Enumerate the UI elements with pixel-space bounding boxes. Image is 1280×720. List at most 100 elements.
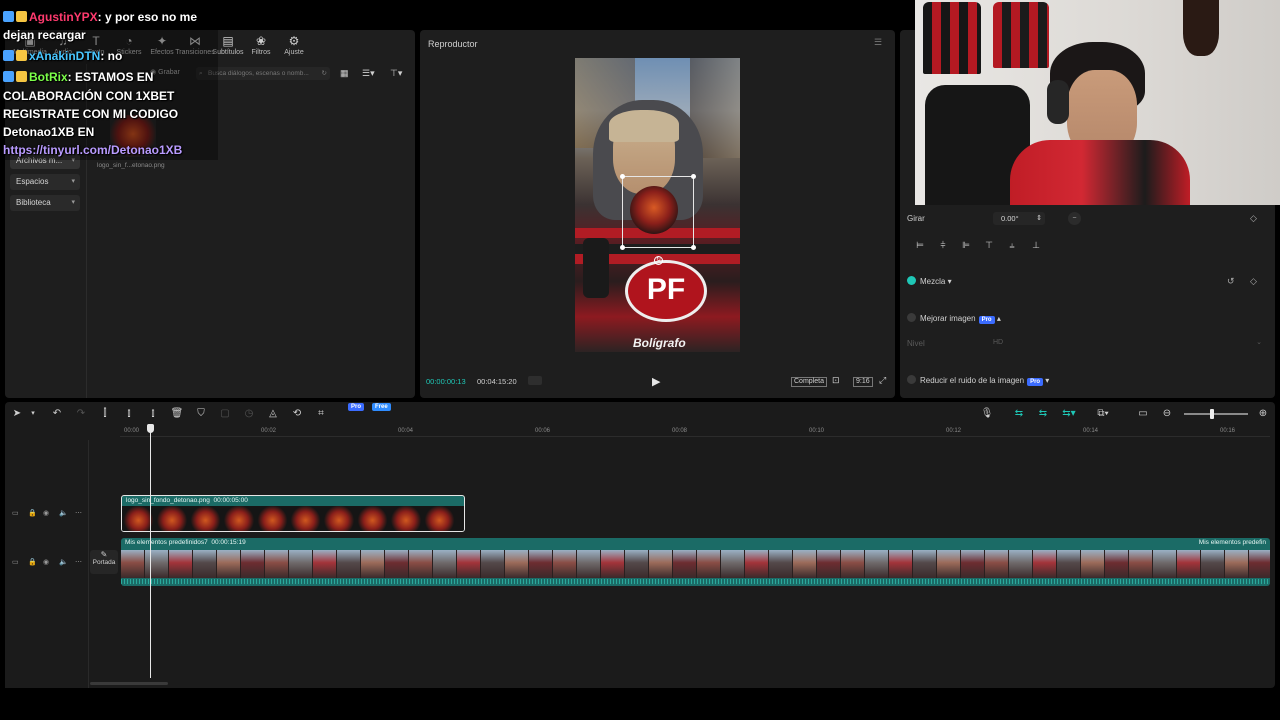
rotate-input[interactable]: 0.00° ⇕ [993,212,1045,225]
cover-button[interactable]: ✎ Portada [90,550,118,574]
more-icon[interactable]: ⋯ [75,558,82,566]
track-hide-icon[interactable]: ▭ [12,558,19,566]
clip-frame [288,506,323,531]
main-clip-end-label: Mis elementos predefin [1198,539,1266,546]
crop-icon[interactable]: ⌗ [314,407,328,421]
total-time: 00:04:15:20 [477,377,517,386]
player-menu-icon[interactable]: ☰ [874,37,882,48]
microphone-icon[interactable]: 🎙 [980,407,994,421]
beanie-shape [609,110,679,142]
subtitle-icon[interactable]: ▭ [1136,407,1150,421]
clip-frame [289,550,313,578]
track-hide-icon[interactable]: ▭ [12,509,19,517]
reverse-icon[interactable]: ◷ [242,407,256,421]
more-icon[interactable]: ⋯ [75,509,82,517]
toolbar-ajuste-button[interactable]: ⚙ Ajuste [274,34,314,56]
sort-icon[interactable]: ☰▾ [362,68,375,79]
quality-button[interactable]: Completa [791,377,827,387]
redo-icon[interactable]: ↷ [74,407,88,421]
zoom-slider[interactable] [1184,409,1248,419]
chevron-down-icon[interactable]: ▾ [26,407,40,421]
mirror-icon[interactable]: ◬ [266,407,280,421]
keyframe-icon[interactable]: ◇ [1250,213,1257,224]
sticker-selection-box[interactable]: ↻ [620,174,696,265]
rotate-icon[interactable]: ⟲ [290,407,304,421]
lock-icon[interactable]: 🔒 [28,558,37,566]
wall-banner [1183,0,1219,56]
ratio-button[interactable]: 9:16 [853,377,873,387]
resize-handle[interactable] [620,245,625,250]
clip-frame [529,550,553,578]
align-right-icon[interactable]: ⊫ [958,239,974,251]
enhance-toggle[interactable]: Mejorar imagen Pro ▴ [907,313,1001,324]
select-tool-icon[interactable]: ➤ [10,407,24,421]
marker-icon[interactable]: ⛉ [194,407,208,421]
preview-axis-icon[interactable]: ⧉▾ [1096,407,1110,421]
split-right-icon[interactable]: ⫾ [146,407,160,421]
align-left-icon[interactable]: ⊨ [912,239,928,251]
blend-toggle[interactable]: Mezcla ▾ [907,276,952,286]
denoise-checkbox-icon[interactable] [907,375,916,384]
audio-icon[interactable]: 🔈 [59,509,68,517]
clip-frame [841,550,865,578]
snapshot-icon[interactable]: ⊡ [832,375,840,386]
play-icon[interactable]: ▶ [652,375,660,388]
clip-frame [169,550,193,578]
grid-view-icon[interactable]: ▦ [340,68,349,79]
keyframe-icon[interactable]: ◇ [1250,276,1257,287]
reset-icon[interactable]: ↺ [1227,276,1235,287]
media-file-name: logo_sin_f...etonao.png [97,162,165,169]
delete-icon[interactable]: 🗑 [170,407,184,421]
left-nav-item[interactable]: Espacios ▾ [10,174,80,190]
freeze-icon[interactable]: ▢ [218,407,232,421]
resize-handle[interactable] [691,174,696,179]
lock-icon[interactable]: 🔒 [28,509,37,517]
denoise-toggle[interactable]: Reducir el ruido de la imagen Pro ▾ [907,375,1049,386]
clip-frame [937,550,961,578]
eye-icon[interactable]: ◉ [43,509,49,517]
clip-frame [222,506,256,531]
resize-handle[interactable] [620,174,625,179]
clip-frame [1057,550,1081,578]
link-main-track-icon[interactable]: ⇆ [1012,407,1026,421]
enhance-level-select[interactable]: HD ⌄ [990,336,1266,349]
chat-message: : no [100,49,123,63]
magnet-icon[interactable]: ⇆▾ [1062,407,1076,421]
toolbar-label: Filtros [251,49,271,56]
timecode-toggle[interactable] [528,376,542,385]
badge-icon [16,71,27,82]
zoom-out-icon[interactable]: ⊖ [1160,407,1174,421]
overlay-clip[interactable]: logo_sin_fondo_detonao.png 00:00:05:00 [121,495,465,532]
align-center-icon[interactable]: ⫩ [935,239,951,251]
playhead-handle[interactable] [147,424,154,433]
undo-icon[interactable]: ↶ [50,407,64,421]
enhance-checkbox-icon[interactable] [907,313,916,322]
align-middle-icon[interactable]: ⫨ [1004,239,1020,251]
chat-line: dejan recargar [3,28,86,42]
zoom-in-icon[interactable]: ⊕ [1256,407,1270,421]
align-top-icon[interactable]: ⊤ [981,239,997,251]
headphones [1047,80,1069,124]
link-track-icon[interactable]: ⇆ [1036,407,1050,421]
rotate-handle-icon[interactable]: ↻ [654,256,663,265]
filter-icon[interactable]: ⊤▾ [390,68,402,79]
chevron-down-icon: ⌄ [1256,339,1262,346]
align-bottom-icon[interactable]: ⊥ [1028,239,1044,251]
playhead[interactable] [147,424,154,678]
split-icon[interactable]: ⫿ [98,407,112,421]
main-clip[interactable]: Mis elementos predefinidos7 00:00:15:19 … [121,538,1270,586]
left-nav-item[interactable]: Biblioteca ▾ [10,195,80,211]
split-left-icon[interactable]: ⫾ [122,407,136,421]
rotate-dial[interactable]: – [1068,212,1081,225]
eye-icon[interactable]: ◉ [43,558,49,566]
fullscreen-icon[interactable]: ⤢ [879,375,886,386]
stepper-icon[interactable]: ⇕ [1036,212,1042,225]
clip-frame [649,550,673,578]
resize-handle[interactable] [691,245,696,250]
refresh-icon[interactable]: ↻ [322,67,327,80]
timeline-scrollbar[interactable] [90,682,168,685]
clip-frame [481,550,505,578]
audio-icon[interactable]: 🔈 [59,558,68,566]
zoom-slider-thumb[interactable] [1210,409,1214,419]
blend-checkbox-icon[interactable] [907,276,916,285]
